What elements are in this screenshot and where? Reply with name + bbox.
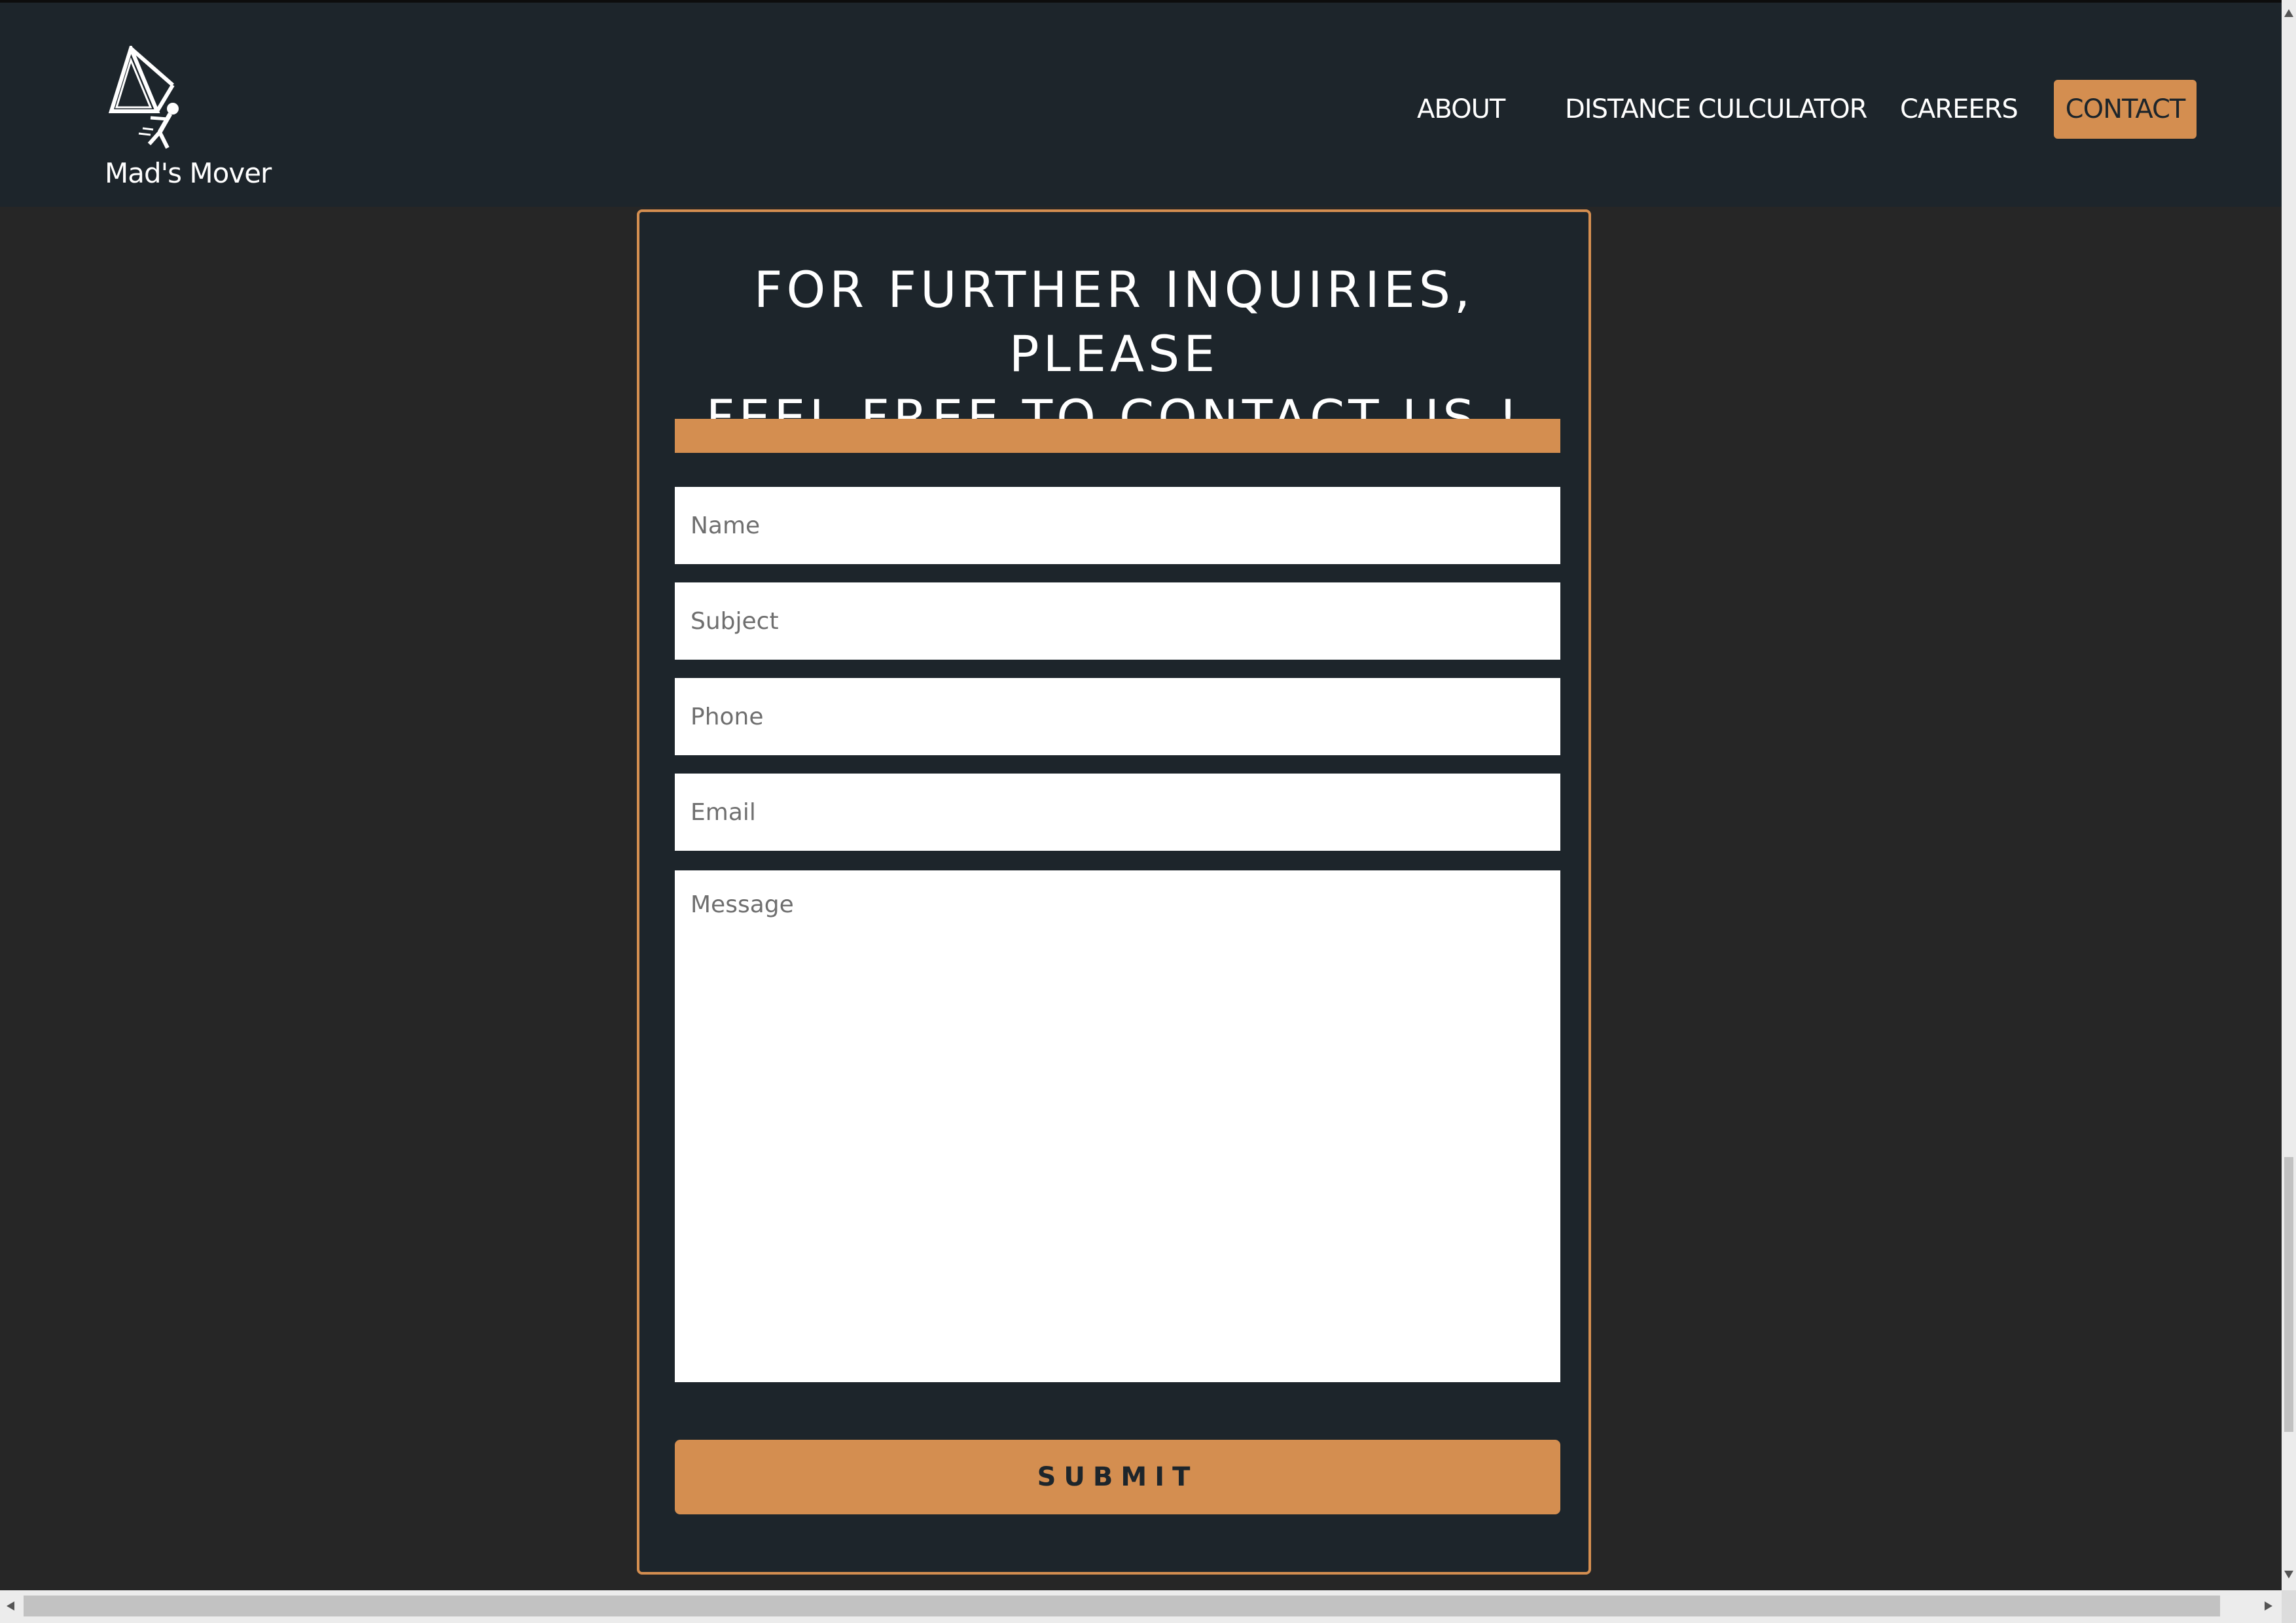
- scroll-right-arrow-icon[interactable]: [2265, 1601, 2272, 1611]
- navbar: Mad's Mover ABOUT DISTANCE CULCULATOR CA…: [0, 3, 2282, 207]
- contact-form-card: FOR FURTHER INQUIRIES, PLEASE FEEL FREE …: [637, 209, 1591, 1575]
- scroll-down-arrow-icon[interactable]: [2284, 1571, 2293, 1578]
- mover-logo-icon: [108, 46, 179, 149]
- nav-item-contact[interactable]: CONTACT: [2054, 80, 2197, 139]
- nav-item-distance-calculator[interactable]: DISTANCE CULCULATOR: [1565, 80, 1867, 139]
- vertical-scroll-thumb[interactable]: [2284, 1157, 2293, 1432]
- nav-item-about[interactable]: ABOUT: [1417, 80, 1505, 139]
- scroll-up-arrow-icon[interactable]: [2284, 9, 2293, 17]
- name-field[interactable]: [675, 487, 1560, 564]
- scrollbar-corner: [2282, 1590, 2296, 1623]
- vertical-scrollbar[interactable]: [2282, 0, 2296, 1590]
- phone-field[interactable]: [675, 678, 1560, 755]
- submit-button[interactable]: SUBMIT: [675, 1440, 1560, 1514]
- brand-name: Mad's Mover: [105, 157, 272, 189]
- message-field[interactable]: [675, 870, 1560, 1382]
- email-field[interactable]: [675, 774, 1560, 851]
- contact-heading-line1: FOR FURTHER INQUIRIES, PLEASE: [753, 260, 1475, 383]
- subject-field[interactable]: [675, 582, 1560, 660]
- nav-item-careers[interactable]: CAREERS: [1900, 80, 2018, 139]
- horizontal-scrollbar[interactable]: [0, 1590, 2282, 1623]
- horizontal-scroll-thumb[interactable]: [24, 1596, 2220, 1616]
- accent-divider: [675, 419, 1560, 453]
- brand-logo[interactable]: Mad's Mover: [105, 46, 275, 203]
- scroll-left-arrow-icon[interactable]: [7, 1601, 14, 1611]
